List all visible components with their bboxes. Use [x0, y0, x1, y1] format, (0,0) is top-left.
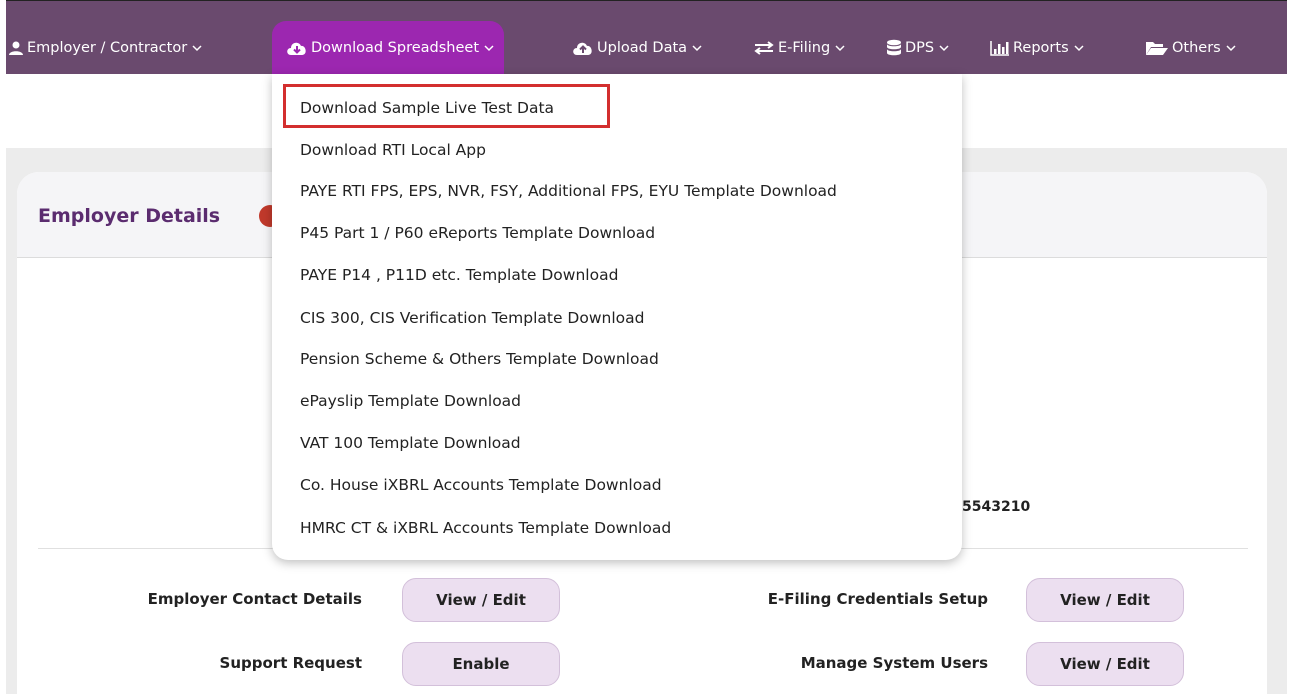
employer-contact-details-label: Employer Contact Details [147, 590, 362, 608]
nav-upload-data[interactable]: Upload Data [572, 21, 702, 75]
nav-reports[interactable]: Reports [990, 21, 1084, 75]
download-spreadsheet-menu: Download Sample Live Test Data Download … [272, 74, 962, 560]
highlight-box [283, 84, 610, 128]
chevron-down-icon [1074, 44, 1084, 52]
manage-system-users-view-edit-button[interactable]: View / Edit [1026, 642, 1184, 686]
panel-title: Employer Details [38, 205, 221, 227]
nav-download-spreadsheet[interactable]: Download Spreadsheet [272, 21, 505, 75]
employer-contact-view-edit-button[interactable]: View / Edit [402, 578, 560, 622]
e-filing-credentials-label: E-Filing Credentials Setup [767, 590, 988, 608]
menu-item-paye-p14-p11d-template[interactable]: PAYE P14 , P11D etc. Template Download [300, 266, 618, 284]
e-filing-credentials-view-edit-button[interactable]: View / Edit [1026, 578, 1184, 622]
manage-system-users-label: Manage System Users [800, 654, 988, 672]
user-icon [8, 40, 24, 56]
nav-others[interactable]: Others [1145, 21, 1236, 75]
menu-item-epayslip-template[interactable]: ePayslip Template Download [300, 392, 521, 410]
right-border [1287, 0, 1291, 694]
exchange-icon [753, 41, 775, 55]
chevron-down-icon [1226, 44, 1236, 52]
folder-open-icon [1145, 40, 1169, 56]
menu-item-cis-template[interactable]: CIS 300, CIS Verification Template Downl… [300, 309, 644, 327]
database-icon [886, 39, 902, 57]
chevron-down-icon [692, 44, 702, 52]
nav-employer-contractor[interactable]: Employer / Contractor [8, 21, 202, 75]
nav-label: Download Spreadsheet [311, 40, 480, 56]
support-request-enable-button[interactable]: Enable [402, 642, 560, 686]
nav-label: E-Filing [778, 40, 831, 56]
menu-item-co-house-ixbrl-template[interactable]: Co. House iXBRL Accounts Template Downlo… [300, 476, 662, 494]
cloud-upload-icon [572, 40, 594, 56]
top-navbar: Employer / Contractor Download Spreadshe… [0, 0, 1291, 75]
support-request-label: Support Request [219, 654, 362, 672]
menu-item-download-rti-local-app[interactable]: Download RTI Local App [300, 141, 486, 159]
menu-item-hmrc-ct-ixbrl-template[interactable]: HMRC CT & iXBRL Accounts Template Downlo… [300, 519, 671, 537]
menu-item-vat-100-template[interactable]: VAT 100 Template Download [300, 434, 521, 452]
bar-chart-icon [990, 40, 1010, 56]
chevron-down-icon [835, 44, 845, 52]
partial-phone-number: 5543210 [962, 499, 1031, 515]
menu-item-paye-rti-template[interactable]: PAYE RTI FPS, EPS, NVR, FSY, Additional … [300, 182, 837, 200]
nav-label: Upload Data [597, 40, 688, 56]
nav-label: DPS [905, 40, 935, 56]
nav-dps[interactable]: DPS [886, 21, 949, 75]
left-border [0, 0, 6, 694]
menu-item-p45-p60-template[interactable]: P45 Part 1 / P60 eReports Template Downl… [300, 224, 655, 242]
nav-label: Reports [1013, 40, 1069, 56]
nav-label: Others [1172, 40, 1221, 56]
cloud-download-icon [286, 40, 308, 56]
chevron-down-icon [939, 44, 949, 52]
menu-item-pension-scheme-template[interactable]: Pension Scheme & Others Template Downloa… [300, 350, 659, 368]
chevron-down-icon [192, 44, 202, 52]
nav-e-filing[interactable]: E-Filing [753, 21, 845, 75]
chevron-down-icon [484, 44, 494, 52]
nav-label: Employer / Contractor [27, 40, 188, 56]
